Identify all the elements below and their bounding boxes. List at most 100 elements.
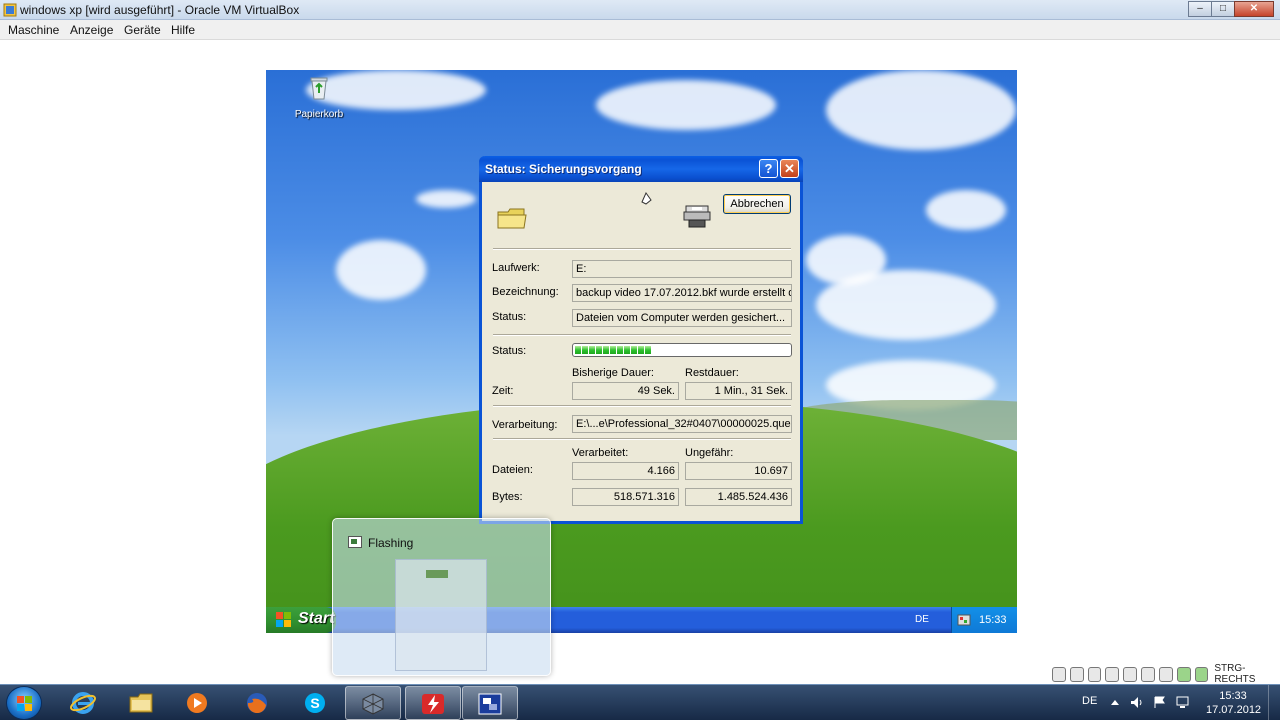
laufwerk-label: Laufwerk: — [492, 262, 540, 274]
xp-language-indicator[interactable]: DE — [915, 614, 929, 625]
bezeichnung-field: backup video 17.07.2012.bkf wurde erstel… — [572, 284, 792, 302]
flash-tool-icon — [422, 694, 444, 714]
xp-start-button[interactable]: Start — [266, 607, 336, 633]
separator — [493, 438, 791, 440]
progress-block — [596, 346, 602, 354]
menu-maschine[interactable]: Maschine — [8, 23, 59, 37]
maximize-button[interactable]: □ — [1211, 1, 1235, 17]
explorer-folder-icon — [129, 693, 153, 713]
win7-language-indicator[interactable]: DE — [1082, 695, 1097, 707]
windows-flag-icon — [276, 612, 291, 627]
vbox-status-bar: STRG-RECHTS — [1052, 663, 1280, 685]
host-menubar: Maschine Anzeige Geräte Hilfe — [0, 20, 1280, 40]
recording-icon[interactable] — [1158, 666, 1173, 682]
taskbar-thumbnail-preview[interactable]: Flashing — [332, 518, 551, 676]
tray-network-icon[interactable] — [957, 614, 971, 626]
virtualbox-icon — [3, 3, 17, 17]
laufwerk-field: E: — [572, 260, 792, 278]
taskbar-flash-tool[interactable] — [405, 686, 461, 720]
host-window-title: windows xp [wird ausgeführt] - Oracle VM… — [20, 3, 300, 17]
remaining-header: Restdauer: — [685, 367, 739, 379]
verarbeitung-field: E:\...e\Professional_32#0407\00000025.qu… — [572, 415, 792, 433]
desktop-icon-papierkorb[interactable]: Papierkorb — [294, 76, 344, 120]
menu-anzeige[interactable]: Anzeige — [70, 23, 113, 37]
bytes-label: Bytes: — [492, 491, 523, 503]
network-status-icon[interactable] — [1176, 696, 1190, 709]
separator — [493, 248, 791, 250]
progress-block — [603, 346, 609, 354]
app-window-icon — [478, 693, 502, 715]
cd-drive-icon[interactable] — [1069, 666, 1084, 682]
win7-start-button[interactable] — [6, 686, 42, 720]
elapsed-header: Bisherige Dauer: — [572, 367, 654, 379]
taskbar-explorer[interactable] — [114, 686, 170, 720]
bytes-estimated-field: 1.485.524.436 — [685, 488, 792, 506]
minimize-icon: – — [1197, 3, 1203, 14]
host-key-label: STRG-RECHTS — [1214, 663, 1256, 685]
cloud — [816, 270, 996, 340]
show-hidden-icons-icon[interactable] — [1108, 696, 1122, 709]
files-estimated-field: 10.697 — [685, 462, 792, 480]
dateien-label: Dateien: — [492, 464, 533, 476]
taskbar-virtualbox[interactable] — [345, 686, 401, 720]
close-icon: ✕ — [1249, 3, 1259, 14]
show-desktop-button[interactable] — [1268, 685, 1280, 720]
volume-icon[interactable] — [1130, 696, 1144, 709]
backup-drive-icon — [683, 205, 711, 228]
xp-system-tray: 15:33 — [951, 607, 1017, 633]
desktop-icon-label: Papierkorb — [294, 109, 344, 120]
help-button[interactable]: ? — [759, 159, 778, 178]
progress-status-label: Status: — [492, 345, 527, 357]
processed-header: Verarbeitet: — [572, 447, 629, 459]
zeit-label: Zeit: — [492, 385, 514, 397]
elapsed-time-field: 49 Sek. — [572, 382, 679, 400]
action-center-flag-icon[interactable] — [1153, 696, 1167, 709]
media-player-icon — [187, 693, 207, 713]
win7-clock[interactable]: 15:33 17.07.2012 — [1206, 689, 1262, 717]
win7-time: 15:33 — [1219, 690, 1247, 702]
menu-hilfe[interactable]: Hilfe — [171, 23, 195, 37]
usb-icon[interactable] — [1087, 666, 1102, 682]
progress-block — [610, 346, 616, 354]
folder-icon — [497, 208, 527, 229]
win7-date: 17.07.2012 — [1206, 704, 1262, 716]
progress-block — [589, 346, 595, 354]
taskbar-internet-explorer[interactable] — [56, 686, 112, 720]
network-icon[interactable] — [1105, 666, 1120, 682]
preview-title: Flashing — [368, 536, 414, 550]
flying-paper-icon — [641, 192, 652, 205]
menu-geraete[interactable]: Geräte — [124, 23, 161, 37]
progress-block — [638, 346, 644, 354]
internet-explorer-icon — [70, 692, 96, 714]
app-window-icon — [348, 536, 362, 548]
xp-clock: 15:33 — [979, 614, 1007, 626]
status-field: Dateien vom Computer werden gesichert... — [572, 309, 792, 327]
display-icon[interactable] — [1141, 666, 1155, 682]
windows-logo-icon — [17, 696, 32, 711]
dialog-close-button[interactable]: ✕ — [780, 159, 799, 178]
files-processed-field: 4.166 — [572, 462, 679, 480]
taskbar-skype[interactable]: S — [288, 686, 344, 720]
separator — [493, 405, 791, 407]
help-icon: ? — [764, 161, 773, 176]
skype-icon: S — [305, 693, 325, 713]
bezeichnung-label: Bezeichnung: — [492, 286, 559, 298]
cloud — [336, 240, 426, 300]
taskbar-media-player[interactable] — [170, 686, 226, 720]
progress-block — [631, 346, 637, 354]
status-label: Status: — [492, 311, 527, 323]
shared-folders-icon[interactable] — [1123, 666, 1138, 682]
recycle-bin-icon — [310, 77, 328, 100]
taskbar-app-window[interactable] — [462, 686, 518, 720]
close-button[interactable]: ✕ — [1234, 1, 1274, 17]
minimize-button[interactable]: – — [1188, 1, 1212, 17]
progress-block — [582, 346, 588, 354]
cloud — [416, 190, 476, 208]
mouse-integration-icon[interactable] — [1176, 666, 1191, 682]
abbrechen-button[interactable]: Abbrechen — [723, 194, 791, 214]
separator — [493, 334, 791, 336]
xp-start-label: Start — [298, 610, 335, 627]
maximize-icon: □ — [1219, 3, 1227, 14]
hdd-activity-icon[interactable] — [1052, 666, 1066, 682]
taskbar-firefox[interactable] — [230, 686, 286, 720]
